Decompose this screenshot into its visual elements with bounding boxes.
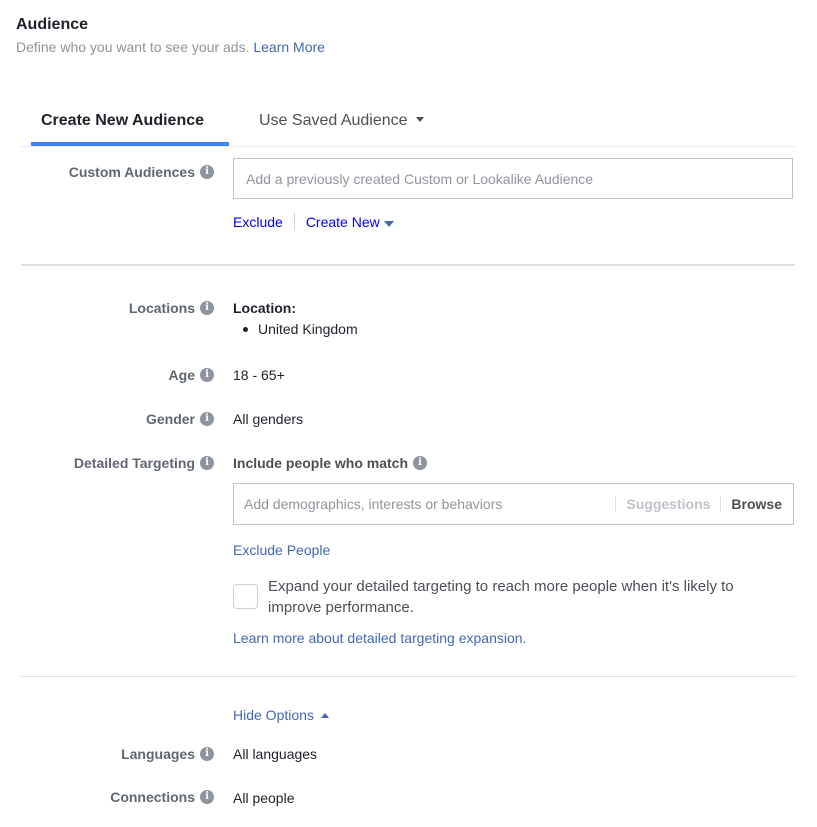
- caret-down-icon: [415, 117, 424, 123]
- info-icon[interactable]: i: [200, 165, 214, 179]
- bullet-icon: [243, 326, 248, 332]
- gender-label: Gender i: [146, 411, 214, 427]
- hide-options-toggle[interactable]: Hide Options: [233, 707, 329, 723]
- info-icon[interactable]: i: [200, 790, 214, 804]
- age-label: Age i: [169, 367, 214, 383]
- custom-audiences-input-box[interactable]: [233, 158, 793, 199]
- custom-audiences-label-text: Custom Audiences: [68, 164, 195, 180]
- info-icon[interactable]: i: [200, 456, 214, 470]
- locations-label: Locations i: [129, 300, 214, 316]
- learn-more-link[interactable]: Learn More: [253, 39, 325, 55]
- tab-use-saved-audience[interactable]: Use Saved Audience: [259, 112, 424, 130]
- info-icon[interactable]: i: [200, 412, 214, 426]
- section-divider: [21, 676, 795, 677]
- info-icon[interactable]: i: [200, 747, 214, 761]
- include-heading-text: Include people who match: [233, 455, 409, 471]
- hide-options-label: Hide Options: [233, 707, 314, 723]
- separator: [293, 213, 295, 230]
- section-subtitle: Define who you want to see your ads. Lea…: [16, 39, 325, 55]
- expand-targeting-checkbox[interactable]: [233, 584, 258, 609]
- detailed-targeting-label: Detailed Targeting i: [74, 455, 214, 471]
- learn-more-expansion-link[interactable]: Learn more about detailed targeting expa…: [233, 630, 526, 646]
- location-item: United Kingdom: [243, 321, 358, 337]
- connections-label-text: Connections: [110, 789, 195, 805]
- detailed-targeting-input-box[interactable]: Suggestions Browse: [233, 483, 794, 525]
- expand-targeting-text: Expand your detailed targeting to reach …: [268, 578, 734, 616]
- create-new-dropdown[interactable]: Create New: [306, 214, 394, 230]
- section-divider: [21, 264, 795, 266]
- tab-use-saved-audience-label: Use Saved Audience: [259, 112, 408, 129]
- connections-value[interactable]: All people: [233, 790, 295, 806]
- location-heading: Location:: [233, 300, 296, 316]
- info-icon[interactable]: i: [413, 456, 428, 470]
- custom-audiences-input[interactable]: [246, 170, 792, 187]
- subtitle-text: Define who you want to see your ads.: [16, 39, 250, 55]
- exclude-link[interactable]: Exclude: [233, 214, 283, 230]
- include-heading: Include people who match i: [233, 455, 428, 471]
- tab-create-new-audience[interactable]: Create New Audience: [41, 112, 204, 130]
- browse-button[interactable]: Browse: [721, 496, 793, 512]
- connections-label: Connections i: [110, 789, 214, 805]
- languages-label: Languages i: [121, 746, 214, 762]
- caret-down-icon: [383, 220, 394, 227]
- exclude-people-link[interactable]: Exclude People: [233, 542, 330, 558]
- age-value[interactable]: 18 - 65+: [233, 367, 285, 383]
- create-new-label: Create New: [305, 213, 380, 230]
- custom-audiences-actions: Exclude Create New: [233, 213, 394, 230]
- locations-label-text: Locations: [128, 300, 195, 316]
- caret-up-icon: [320, 712, 329, 718]
- tabs-divider: [21, 146, 795, 147]
- location-item-text: United Kingdom: [258, 321, 358, 337]
- age-label-text: Age: [168, 367, 195, 383]
- detailed-targeting-input[interactable]: [234, 496, 616, 512]
- detailed-targeting-label-text: Detailed Targeting: [73, 455, 195, 471]
- suggestions-button[interactable]: Suggestions: [616, 496, 720, 512]
- gender-label-text: Gender: [145, 411, 195, 427]
- info-icon[interactable]: i: [200, 301, 214, 315]
- custom-audiences-label: Custom Audiences i: [69, 164, 214, 180]
- info-icon[interactable]: i: [200, 368, 214, 382]
- gender-value[interactable]: All genders: [233, 411, 303, 427]
- languages-value[interactable]: All languages: [233, 746, 317, 762]
- section-title: Audience: [16, 16, 89, 33]
- languages-label-text: Languages: [121, 746, 195, 762]
